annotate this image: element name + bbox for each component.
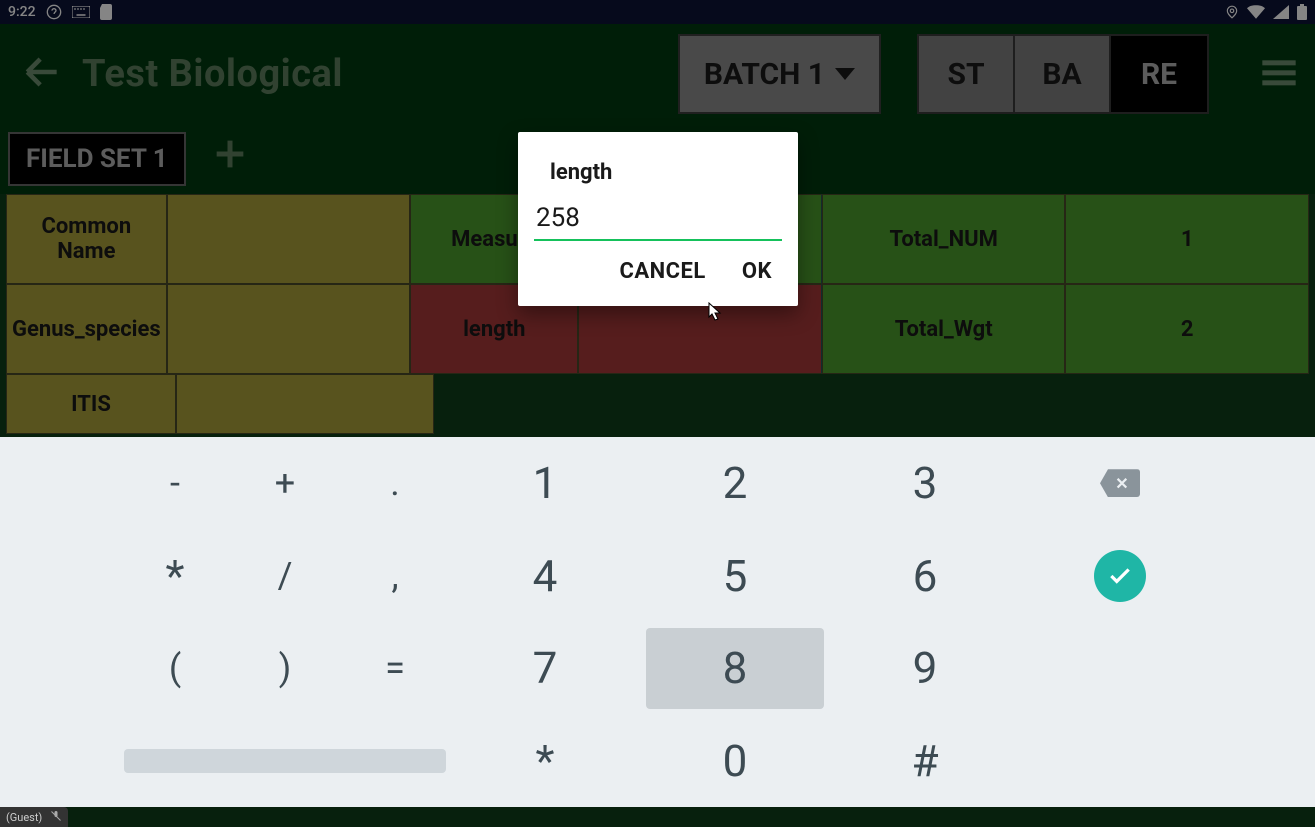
backspace-icon: ✕ <box>1100 469 1140 497</box>
key-1[interactable]: 1 <box>450 437 640 530</box>
numeric-keyboard: - + . 1 2 3 ✕ * / , 4 5 6 ( ) = 7 8 <box>0 437 1315 807</box>
key-rparen[interactable]: ) <box>230 622 340 715</box>
key-dot[interactable]: . <box>340 437 450 530</box>
key-space[interactable] <box>120 715 450 808</box>
key-plus[interactable]: + <box>230 437 340 530</box>
key-0[interactable]: 0 <box>640 715 830 808</box>
mic-off-icon <box>50 810 62 825</box>
key-backspace[interactable]: ✕ <box>1020 437 1220 530</box>
key-comma[interactable]: , <box>340 530 450 623</box>
key-9[interactable]: 9 <box>830 622 1020 715</box>
guest-label: (Guest) <box>6 811 42 824</box>
length-input[interactable] <box>534 199 782 241</box>
key-7[interactable]: 7 <box>450 622 640 715</box>
dialog-title: length <box>550 160 782 185</box>
key-minus[interactable]: - <box>120 437 230 530</box>
spacebar-icon <box>124 749 446 773</box>
key-enter[interactable] <box>1020 530 1220 623</box>
key-4[interactable]: 4 <box>450 530 640 623</box>
key-equals[interactable]: = <box>340 622 450 715</box>
input-dialog: length CANCEL OK <box>518 132 798 306</box>
cursor-icon <box>708 302 722 322</box>
key-slash[interactable]: / <box>230 530 340 623</box>
key-star[interactable]: * <box>450 715 640 808</box>
key-hash[interactable]: # <box>830 715 1020 808</box>
key-5[interactable]: 5 <box>640 530 830 623</box>
key-3[interactable]: 3 <box>830 437 1020 530</box>
key-6[interactable]: 6 <box>830 530 1020 623</box>
key-asterisk[interactable]: * <box>120 530 230 623</box>
check-icon <box>1094 550 1146 602</box>
ok-button[interactable]: OK <box>742 259 772 284</box>
key-empty <box>1020 715 1220 808</box>
key-2[interactable]: 2 <box>640 437 830 530</box>
guest-bar: (Guest) <box>0 807 68 827</box>
key-empty <box>1020 622 1220 715</box>
key-lparen[interactable]: ( <box>120 622 230 715</box>
key-8[interactable]: 8 <box>646 628 824 709</box>
cancel-button[interactable]: CANCEL <box>619 259 705 284</box>
